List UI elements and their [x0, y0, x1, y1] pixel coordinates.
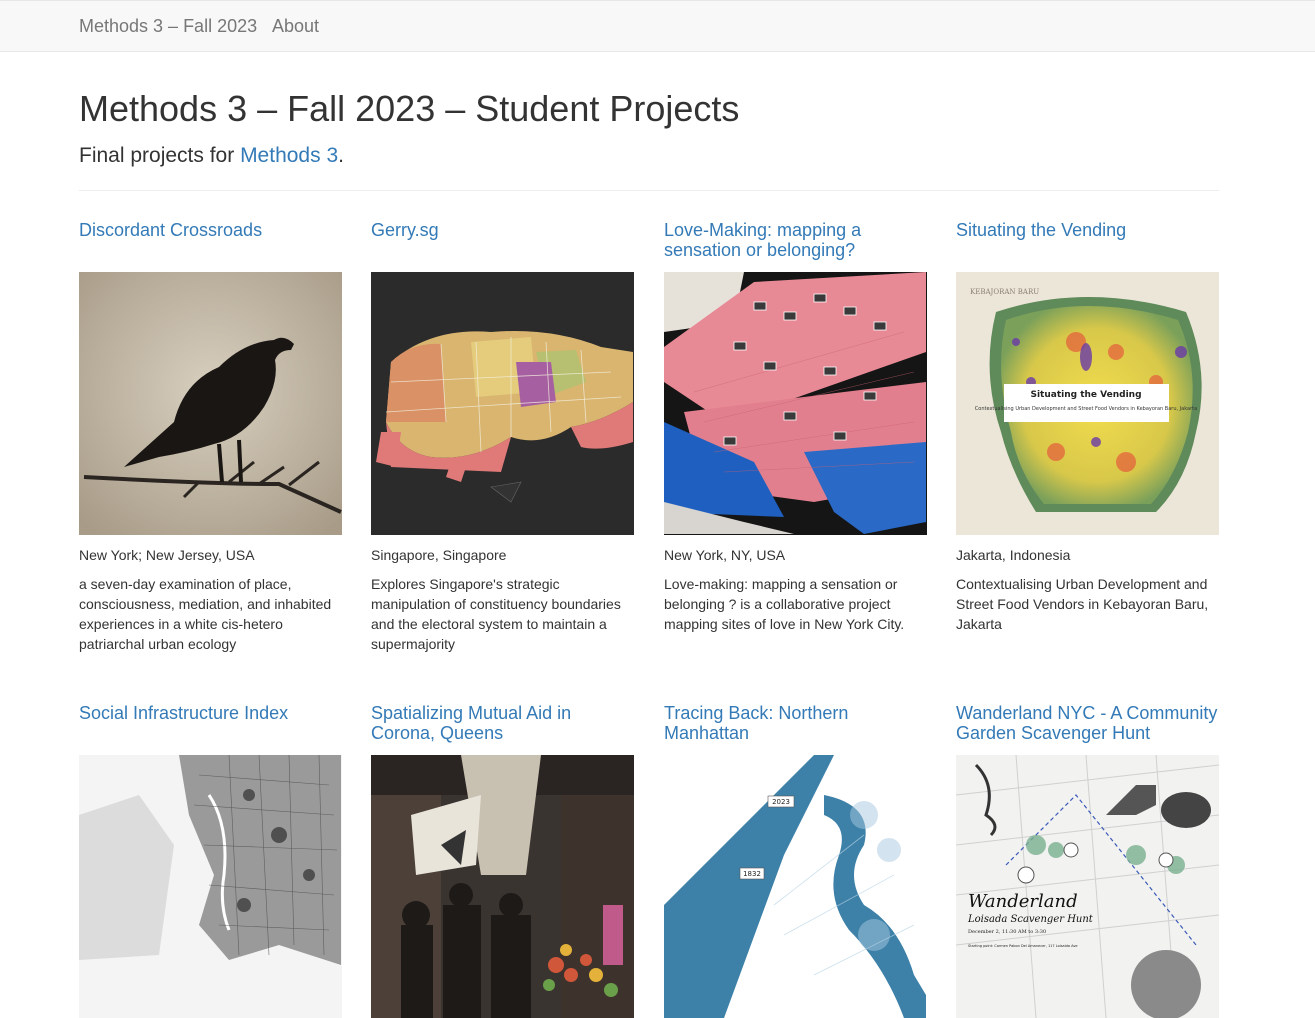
methods-3-link[interactable]: Methods 3 [240, 144, 338, 167]
project-card-social-infrastructure-index: Social Infrastructure Index [79, 703, 342, 1018]
project-thumbnail-crow[interactable] [79, 272, 342, 535]
project-description: a seven-day examination of place, consci… [79, 576, 332, 652]
project-description: Explores Singapore's strategic manipulat… [371, 576, 621, 652]
poster-title: Wanderland [968, 891, 1078, 912]
poster-date: December 2, 11:30 AM to 3:30 [968, 929, 1046, 935]
project-thumbnail-corona-street-photo[interactable] [371, 755, 634, 1018]
project-card-love-making: Love-Making: mapping a sensation or belo… [664, 220, 927, 634]
project-thumbnail-nyc-map[interactable] [664, 272, 927, 535]
jakarta-heatmap-image: KEBAJORAN BARU Situating the Vending Con… [956, 272, 1219, 535]
project-card-tracing-back: Tracing Back: Northern Manhattan 2023 18… [664, 703, 927, 1018]
map-year-label-1832: 1832 [743, 870, 761, 878]
project-location: Jakarta, Indonesia [956, 547, 1071, 563]
project-thumbnail-wanderland-poster[interactable]: Wanderland Loisada Scavenger Hunt Decemb… [956, 755, 1219, 1018]
page-title: Methods 3 – Fall 2023 – Student Projects [79, 88, 740, 129]
project-card-discordant-crossroads: Discordant Crossroads New York; New Jers… [79, 220, 342, 654]
corona-street-photo [371, 755, 634, 1018]
project-title-link[interactable]: Discordant Crossroads [79, 220, 342, 272]
project-thumbnail-singapore-map[interactable] [371, 272, 634, 535]
poster-start: Starting point: Carmen Pabon Del Amanece… [968, 944, 1078, 948]
project-title-link[interactable]: Gerry.sg [371, 220, 634, 272]
project-thumbnail-jakarta-heatmap[interactable]: KEBAJORAN BARU Situating the Vending Con… [956, 272, 1219, 535]
subtitle-suffix: . [338, 144, 344, 167]
nav-about-link[interactable]: About [272, 16, 319, 37]
project-title-link[interactable]: Spatializing Mutual Aid in Corona, Queen… [371, 703, 634, 755]
map-header-text: KEBAJORAN BARU [970, 288, 1039, 296]
crow-on-branch-image [79, 272, 342, 535]
top-navbar: Methods 3 – Fall 2023 About [0, 0, 1315, 52]
project-description: Contextualising Urban Development and St… [956, 576, 1209, 632]
page-subtitle: Final projects for Methods 3. [79, 144, 344, 168]
northern-manhattan-map-image: 2023 1832 [664, 755, 927, 1018]
project-thumbnail-nyc-grayscale-map[interactable] [79, 755, 342, 1018]
map-year-label-2023: 2023 [772, 798, 790, 806]
nyc-index-map-image [79, 755, 342, 1018]
project-title-link[interactable]: Social Infrastructure Index [79, 703, 342, 755]
project-card-spatializing-mutual-aid: Spatializing Mutual Aid in Corona, Queen… [371, 703, 634, 1018]
nyc-love-map-photo [664, 272, 927, 535]
project-location: New York; New Jersey, USA [79, 547, 255, 563]
project-title-link[interactable]: Situating the Vending [956, 220, 1219, 272]
project-thumbnail-manhattan-river-map[interactable]: 2023 1832 [664, 755, 927, 1018]
project-card-gerry-sg: Gerry.sg Singapore, Singapore Explores S… [371, 220, 634, 654]
map-caption-title: Situating the Vending [1030, 390, 1141, 400]
header-divider [79, 190, 1219, 191]
project-location: Singapore, Singapore [371, 547, 507, 563]
map-caption-subtitle: Contextualising Urban Development and St… [975, 406, 1197, 412]
project-card-situating-the-vending: Situating the Vending KEBAJORAN BARU Sit… [956, 220, 1219, 634]
project-title-link[interactable]: Wanderland NYC - A Community Garden Scav… [956, 703, 1219, 755]
navbar-brand-link[interactable]: Methods 3 – Fall 2023 [79, 16, 257, 37]
wanderland-poster-image: Wanderland Loisada Scavenger Hunt Decemb… [956, 755, 1219, 1018]
singapore-electoral-map-image [371, 272, 634, 535]
project-card-wanderland-nyc: Wanderland NYC - A Community Garden Scav… [956, 703, 1219, 1018]
subtitle-prefix: Final projects for [79, 144, 241, 167]
project-title-link[interactable]: Love-Making: mapping a sensation or belo… [664, 220, 927, 272]
poster-subtitle: Loisada Scavenger Hunt [967, 914, 1094, 925]
project-description: Love-making: mapping a sensation or belo… [664, 576, 905, 632]
project-title-link[interactable]: Tracing Back: Northern Manhattan [664, 703, 927, 755]
project-location: New York, NY, USA [664, 547, 786, 563]
